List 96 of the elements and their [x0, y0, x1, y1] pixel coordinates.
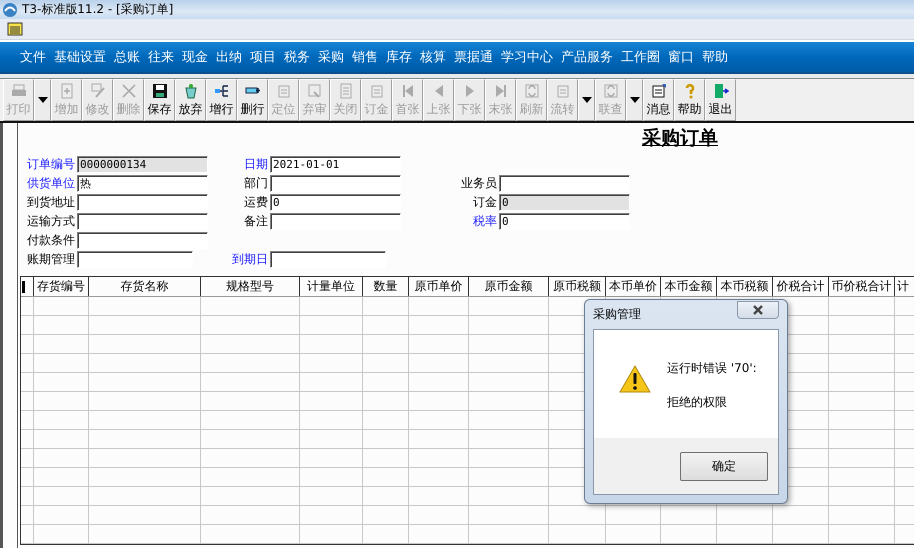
menu-item[interactable]: 税务 [280, 48, 314, 66]
input-field[interactable]: 2021-01-01 [270, 156, 401, 172]
menu-item[interactable]: 总账 [110, 48, 144, 66]
field-label: 业务员 [460, 174, 497, 192]
column-header: 本币单价 [606, 277, 661, 296]
input-field[interactable]: 0 [270, 194, 401, 210]
toolbar-button[interactable]: 保存 [144, 79, 175, 121]
menu-item[interactable]: 基础设置 [50, 48, 110, 66]
row-marker-icon [22, 280, 25, 292]
field-label: 税率 [472, 212, 497, 230]
field-label: 备注 [243, 212, 268, 230]
input-field[interactable] [499, 174, 630, 192]
column-header: 原币单价 [409, 277, 469, 296]
close-button[interactable] [737, 300, 779, 318]
document-icon[interactable] [7, 22, 23, 36]
field-label: 供货单位 [26, 174, 75, 192]
column-header: 原币税额 [549, 277, 606, 296]
input-field[interactable] [77, 212, 208, 230]
close-icon [752, 304, 764, 314]
column-header: 规格型号 [201, 277, 300, 296]
dropdown-button[interactable] [578, 79, 595, 121]
dialog-title: 采购管理 [593, 306, 641, 323]
window-title: T3-标准版11.2 - [采购订单] [22, 1, 174, 18]
toolbar-button[interactable]: 放弃 [175, 79, 206, 121]
menu-item[interactable]: 库存 [382, 48, 416, 66]
field-label: 运费 [243, 194, 268, 210]
floppy-icon [152, 82, 168, 98]
message-text: 拒绝的权限 [667, 394, 728, 411]
menu-item[interactable]: 项目 [246, 48, 280, 66]
message-icon [650, 82, 666, 98]
refresh-icon [602, 82, 618, 98]
menu-item[interactable]: 帮助 [698, 48, 732, 66]
refresh-icon [524, 82, 540, 98]
toolbar-button[interactable]: 退出 [705, 79, 736, 121]
field-label: 付款条件 [26, 232, 75, 248]
toolbar-button[interactable]: 增行 [206, 79, 237, 121]
caret-icon [630, 97, 640, 103]
bucket-icon [182, 82, 198, 98]
field-label: 部门 [243, 174, 268, 192]
input-field[interactable]: 0 [499, 212, 630, 230]
input-field[interactable]: 热 [77, 174, 208, 192]
field-label: 到期日 [231, 250, 268, 268]
field-label: 日期 [243, 156, 268, 172]
toolbar-button[interactable]: 帮助 [674, 79, 705, 121]
document-icon [306, 82, 322, 98]
document-icon [338, 82, 354, 98]
menu-item[interactable]: 现金 [178, 48, 212, 66]
caret-icon [38, 97, 48, 103]
document-icon [368, 82, 384, 98]
add-row-icon [214, 82, 230, 98]
menu-item[interactable]: 文件 [16, 48, 50, 66]
menu-item[interactable]: 采购 [314, 48, 348, 66]
dropdown-button[interactable] [626, 79, 643, 121]
toolbar-button[interactable]: 删行 [237, 79, 268, 121]
column-header: 币价税合计 [829, 277, 895, 296]
menu-item[interactable]: 出纳 [212, 48, 246, 66]
menu-item[interactable]: 工作圈 [617, 48, 664, 66]
column-header: 本币税额 [717, 277, 773, 296]
menu-item[interactable]: 票据通 [450, 48, 497, 66]
column-header: 本币金额 [661, 277, 717, 296]
exit-door-icon [712, 82, 728, 98]
column-header: 计 [896, 278, 910, 295]
dropdown-button[interactable] [34, 79, 51, 121]
field-label: 订金 [472, 194, 497, 210]
message-text: 运行时错误 '70': [667, 360, 757, 377]
app-icon [2, 2, 18, 18]
column-header: 存货编号 [34, 277, 89, 296]
field-label: 订单编号 [26, 156, 75, 172]
warning-icon [619, 364, 651, 394]
toolbar-button[interactable]: 消息 [643, 79, 674, 121]
column-header: 数量 [363, 277, 409, 296]
menu-item[interactable]: 学习中心 [497, 48, 557, 66]
menu-item[interactable]: 核算 [416, 48, 450, 66]
document-icon [276, 82, 292, 98]
column-header: 计量单位 [300, 277, 363, 296]
menu-item[interactable]: 销售 [348, 48, 382, 66]
pencil-icon [90, 82, 106, 98]
cross-icon [120, 82, 136, 98]
input-field[interactable] [77, 232, 208, 248]
field-label: 账期管理 [26, 250, 75, 268]
menu-item[interactable]: 产品服务 [557, 48, 617, 66]
column-header: 原币金额 [469, 277, 549, 296]
menu-item[interactable]: 往来 [144, 48, 178, 66]
document-icon [554, 82, 570, 98]
printer-icon [10, 82, 26, 98]
ok-button[interactable]: 确定 [680, 452, 768, 480]
field-label: 到货地址 [26, 194, 75, 210]
input-field[interactable] [77, 194, 208, 210]
column-header: 价税合计 [773, 277, 829, 296]
caret-icon [582, 97, 592, 103]
add-document-icon [58, 82, 74, 98]
column-header: 存货名称 [89, 277, 201, 296]
menu-item[interactable]: 窗口 [664, 48, 698, 66]
field-label: 运输方式 [26, 212, 75, 230]
input-field[interactable] [270, 174, 401, 192]
form-title: 采购订单 [641, 126, 719, 151]
